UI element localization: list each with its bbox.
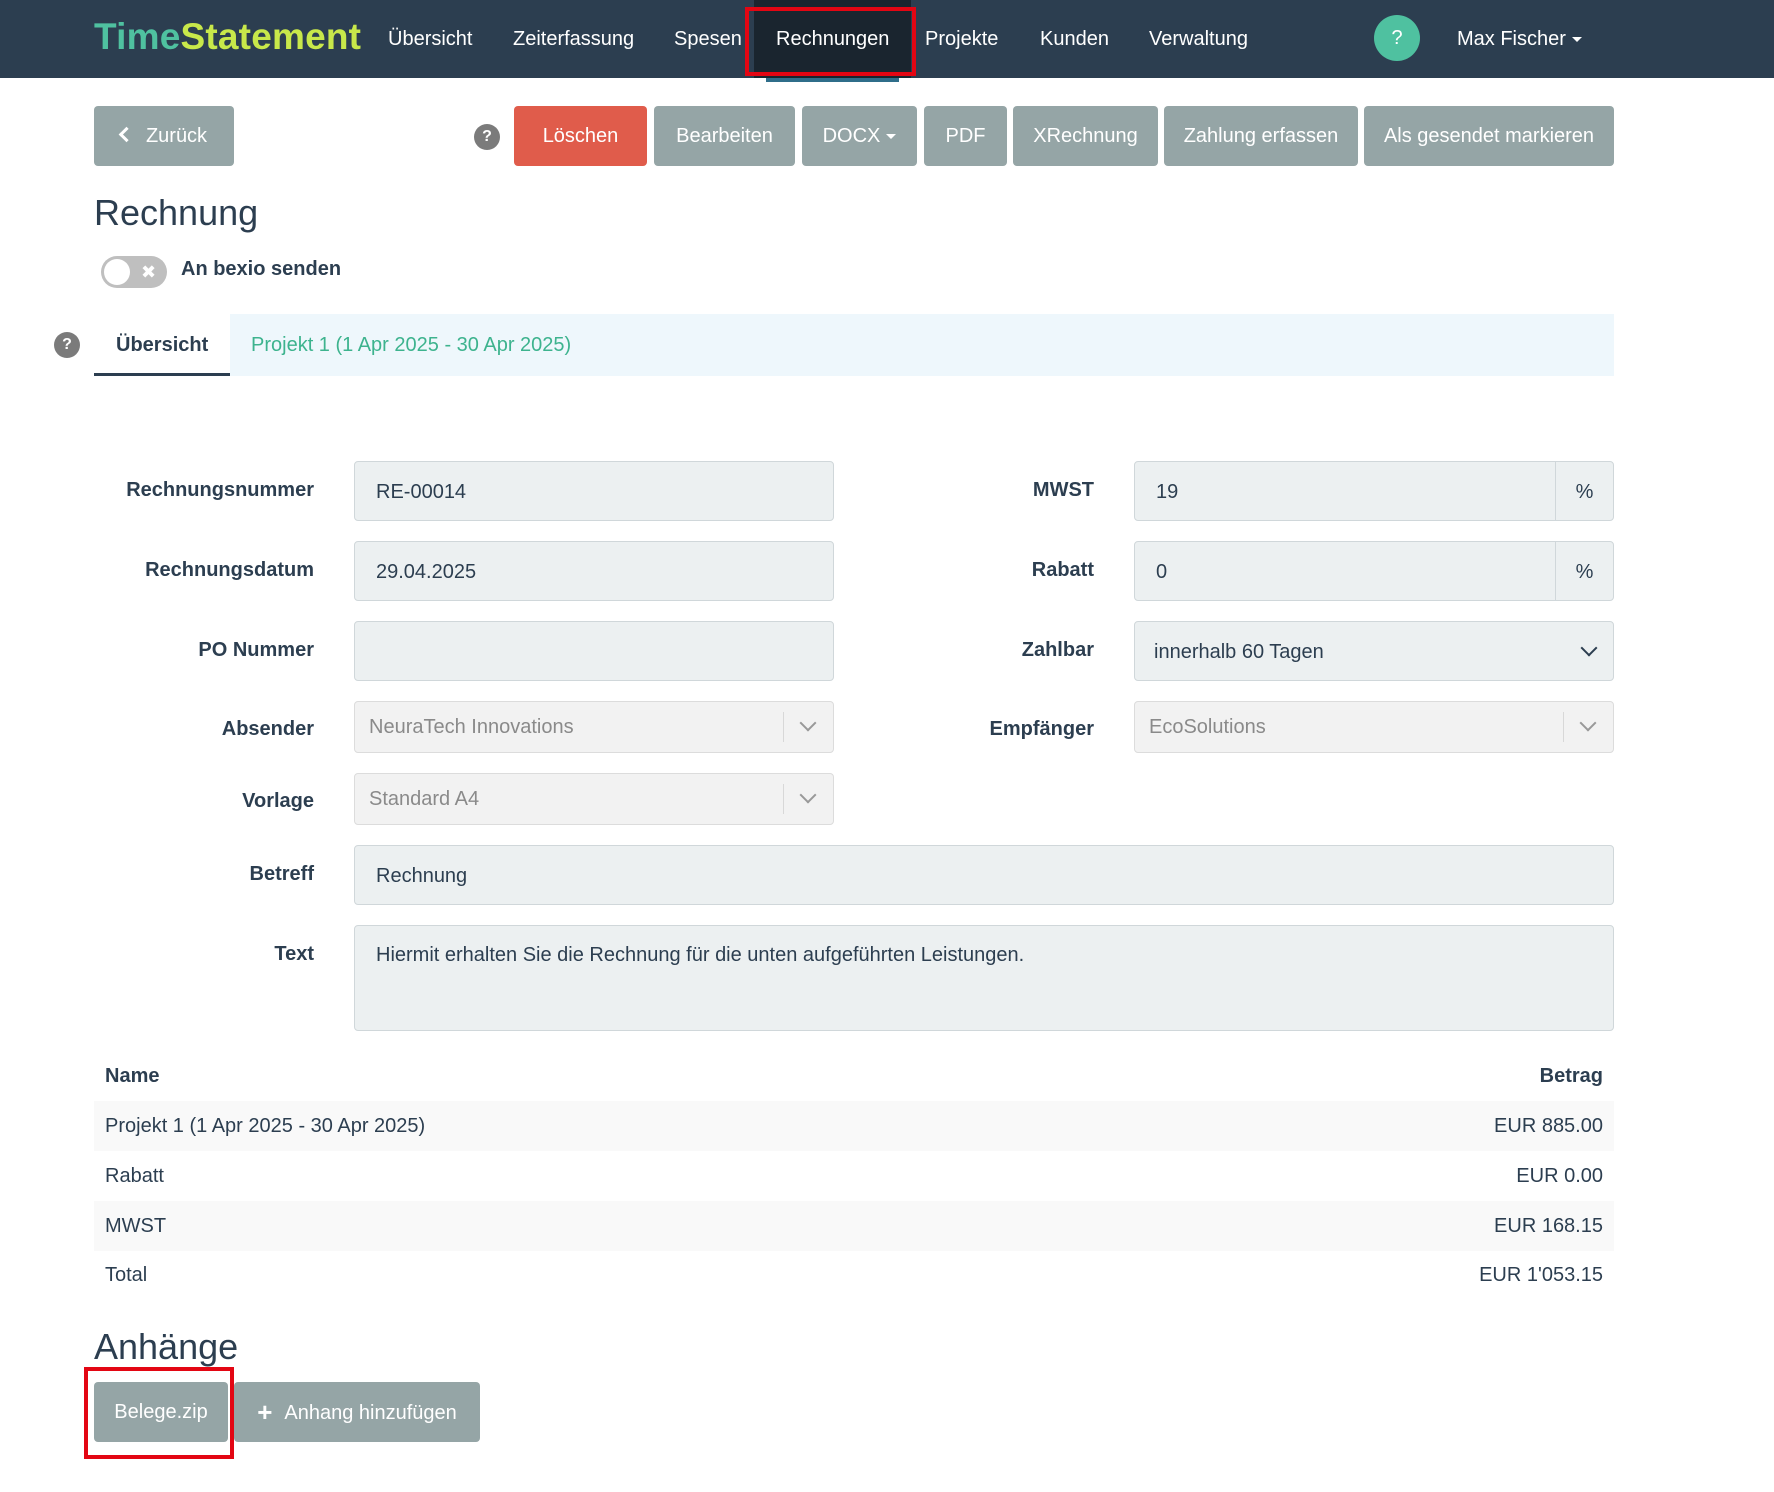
brand-part-time: Time	[94, 16, 181, 57]
label-absender: Absender	[221, 718, 314, 740]
sender-value: NeuraTech Innovations	[369, 716, 574, 738]
close-icon: ✖	[141, 262, 157, 282]
label-text: Text	[274, 943, 314, 965]
page-title: Rechnung	[94, 192, 259, 233]
subject-input[interactable]: Rechnung	[354, 845, 1614, 905]
tab-uebersicht[interactable]: Übersicht	[94, 314, 231, 376]
table-row: MWST EUR 168.15	[94, 1201, 1614, 1251]
record-payment-button[interactable]: Zahlung erfassen	[1164, 106, 1358, 166]
docx-dropdown-button[interactable]: DOCX	[802, 106, 917, 166]
row-amount: EUR 885.00	[1494, 1115, 1603, 1137]
edit-button[interactable]: Bearbeiten	[654, 106, 795, 166]
user-name: Max Fischer	[1457, 28, 1566, 50]
nav-verwaltung[interactable]: Verwaltung	[1149, 0, 1248, 78]
label-zahlbar: Zahlbar	[1021, 639, 1094, 661]
recipient-value: EcoSolutions	[1149, 716, 1266, 738]
toolbar-help-icon[interactable]: ?	[474, 124, 500, 150]
add-attachment-label: Anhang hinzufügen	[284, 1402, 457, 1424]
label-rechnungsdatum: Rechnungsdatum	[145, 559, 314, 581]
nav-zeiterfassung[interactable]: Zeiterfassung	[513, 0, 634, 78]
label-mwst: MWST	[1032, 479, 1094, 501]
label-empfaenger: Empfänger	[989, 718, 1094, 740]
nav-spesen[interactable]: Spesen	[674, 0, 742, 78]
chevron-down-icon	[1579, 714, 1597, 732]
discount-input[interactable]: 0 %	[1134, 541, 1614, 601]
payable-select[interactable]: innerhalb 60 Tagen	[1134, 621, 1614, 681]
back-button-label: Zurück	[145, 125, 208, 147]
row-name: MWST	[105, 1215, 167, 1237]
column-header-name: Name	[105, 1065, 160, 1087]
discount-value: 0	[1156, 561, 1168, 583]
po-number-input[interactable]	[354, 621, 834, 681]
toggle-knob	[104, 259, 130, 285]
row-name: Projekt 1 (1 Apr 2025 - 30 Apr 2025)	[105, 1115, 426, 1137]
caret-down-icon	[886, 134, 897, 140]
nav-projekte[interactable]: Projekte	[925, 0, 998, 78]
invoice-date-input[interactable]: 29.04.2025	[354, 541, 834, 601]
vat-percent-addon: %	[1555, 462, 1613, 520]
text-textarea[interactable]: Hiermit erhalten Sie die Rechnung für di…	[354, 925, 1614, 1031]
plus-icon: +	[257, 1397, 273, 1427]
row-name: Total	[105, 1264, 148, 1286]
table-row: Projekt 1 (1 Apr 2025 - 30 Apr 2025) EUR…	[94, 1101, 1614, 1151]
table-row: Total EUR 1'053.15	[94, 1250, 1614, 1300]
chevron-down-icon	[799, 714, 817, 732]
nav-kunden[interactable]: Kunden	[1040, 0, 1109, 78]
label-betreff: Betreff	[249, 863, 314, 885]
bexio-toggle[interactable]: ✖	[101, 256, 167, 288]
add-attachment-button[interactable]: + Anhang hinzufügen	[234, 1382, 480, 1442]
xrechnung-button[interactable]: XRechnung	[1013, 106, 1158, 166]
mark-as-sent-button[interactable]: Als gesendet markieren	[1364, 106, 1614, 166]
label-rechnungsnummer: Rechnungsnummer	[126, 479, 314, 501]
brand-logo[interactable]: TimeStatement	[94, 16, 361, 58]
row-name: Rabatt	[105, 1165, 164, 1187]
tab-bar: Übersicht Projekt 1 (1 Apr 2025 - 30 Apr…	[94, 314, 1614, 376]
nav-uebersicht[interactable]: Übersicht	[388, 0, 472, 78]
top-navbar: TimeStatement Übersicht Zeiterfassung Sp…	[0, 0, 1774, 82]
label-rabatt: Rabatt	[1031, 559, 1094, 581]
help-icon[interactable]: ?	[1374, 15, 1420, 61]
invoice-number-input[interactable]: RE-00014	[354, 461, 834, 521]
caret-down-icon	[1571, 37, 1582, 43]
back-button[interactable]: Zurück	[94, 106, 234, 166]
chevron-left-icon	[118, 126, 135, 143]
docx-label: DOCX	[822, 125, 881, 147]
delete-button[interactable]: Löschen	[514, 106, 647, 166]
attachment-file-button[interactable]: Belege.zip	[94, 1382, 228, 1442]
table-row: Rabatt EUR 0.00	[94, 1151, 1614, 1201]
chevron-down-icon	[1580, 639, 1598, 657]
row-amount: EUR 0.00	[1516, 1165, 1603, 1187]
row-amount: EUR 1'053.15	[1479, 1264, 1603, 1286]
bexio-toggle-label: An bexio senden	[181, 258, 342, 280]
attachments-title: Anhänge	[94, 1326, 239, 1367]
vat-value: 19	[1156, 481, 1179, 503]
row-amount: EUR 168.15	[1494, 1215, 1603, 1237]
discount-percent-addon: %	[1555, 542, 1613, 600]
vat-input[interactable]: 19 %	[1134, 461, 1614, 521]
nav-rechnungen[interactable]: Rechnungen	[754, 0, 912, 82]
label-vorlage: Vorlage	[242, 790, 314, 812]
label-po-nummer: PO Nummer	[198, 639, 314, 661]
brand-part-statement: Statement	[180, 16, 362, 57]
table-header: Name Betrag	[94, 1052, 1614, 1100]
user-menu[interactable]: Max Fischer	[1457, 0, 1582, 78]
pdf-button[interactable]: PDF	[924, 106, 1007, 166]
payable-value: innerhalb 60 Tagen	[1154, 641, 1324, 663]
tabs-help-icon[interactable]: ?	[54, 332, 80, 358]
template-value: Standard A4	[369, 788, 480, 810]
sender-select[interactable]: NeuraTech Innovations	[354, 701, 834, 753]
chevron-down-icon	[799, 786, 817, 804]
tab-projekt-1[interactable]: Projekt 1 (1 Apr 2025 - 30 Apr 2025)	[251, 314, 571, 376]
template-select[interactable]: Standard A4	[354, 773, 834, 825]
recipient-select[interactable]: EcoSolutions	[1134, 701, 1614, 753]
column-header-betrag: Betrag	[1539, 1065, 1603, 1087]
